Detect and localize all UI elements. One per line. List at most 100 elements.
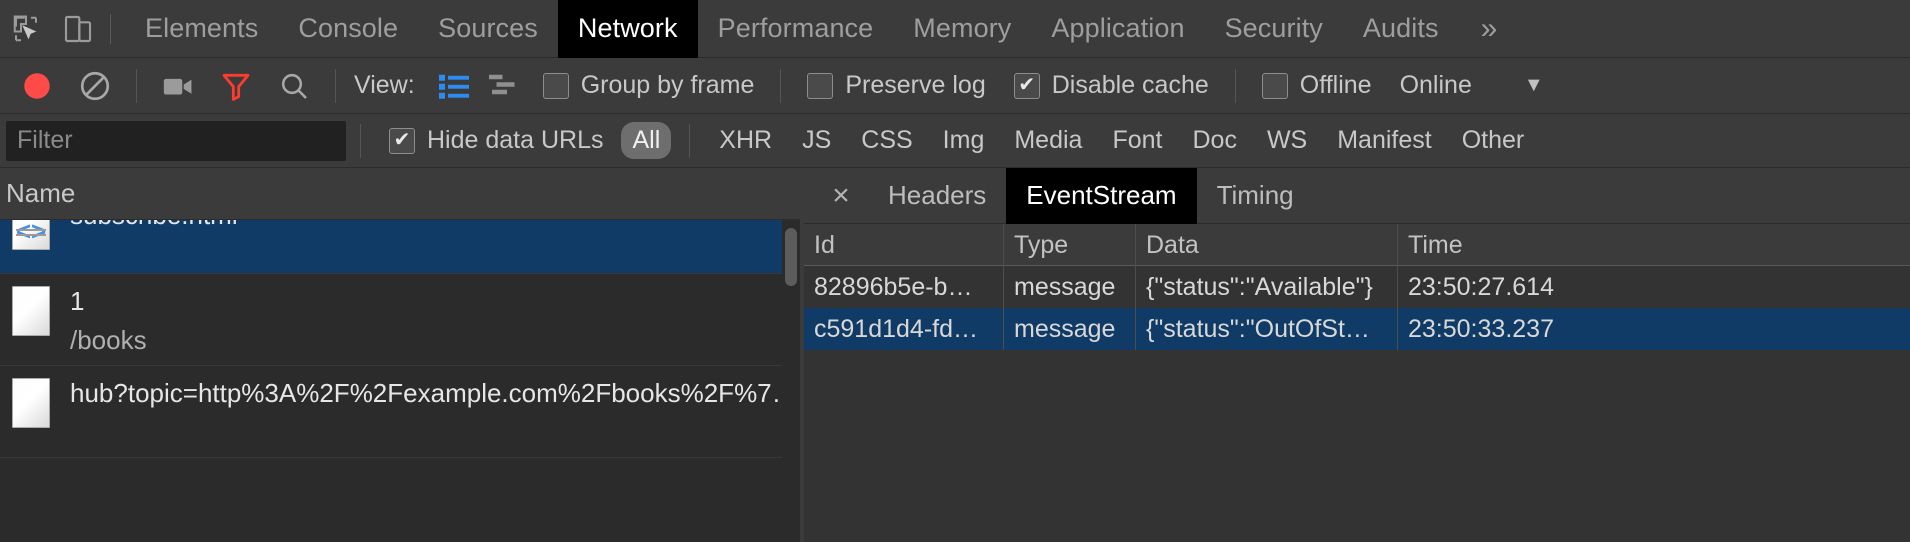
event-type: message	[1004, 266, 1136, 308]
preserve-log-checkbox-box[interactable]	[807, 73, 833, 99]
close-icon[interactable]: ×	[814, 168, 868, 224]
hide-data-urls-checkbox[interactable]: Hide data URLs	[381, 126, 611, 155]
filter-icon[interactable]	[207, 58, 265, 114]
search-icon[interactable]	[265, 58, 323, 114]
device-toolbar-icon[interactable]	[52, 0, 104, 58]
tabstrip-divider	[110, 14, 111, 44]
request-list-scrollbar[interactable]	[782, 220, 800, 542]
request-name: subscribe.html	[70, 220, 238, 234]
html-document-icon: <>	[8, 220, 54, 252]
type-filter-css[interactable]: CSS	[850, 122, 923, 159]
column-header-id[interactable]: Id	[804, 224, 1004, 266]
request-name: 1	[70, 282, 147, 320]
chevron-down-icon[interactable]: ▼	[1524, 74, 1544, 97]
tab-console[interactable]: Console	[278, 0, 418, 58]
request-path: /books	[70, 320, 147, 360]
event-time: 23:50:27.614	[1398, 266, 1910, 308]
type-filter-xhr[interactable]: XHR	[708, 122, 783, 159]
type-filter-img[interactable]: Img	[932, 122, 996, 159]
filter-input[interactable]	[6, 121, 346, 161]
filterbar-divider	[360, 124, 361, 158]
clear-icon[interactable]	[66, 58, 124, 114]
view-label: View:	[354, 71, 415, 100]
detail-tabstrip: × Headers EventStream Timing	[804, 168, 1910, 224]
request-row-books[interactable]: 1 /books	[0, 274, 800, 366]
type-filter-manifest[interactable]: Manifest	[1326, 122, 1442, 159]
type-filter-all[interactable]: All	[621, 122, 671, 159]
type-filter-media[interactable]: Media	[1003, 122, 1093, 159]
column-header-time[interactable]: Time	[1398, 224, 1910, 266]
tab-network[interactable]: Network	[558, 0, 698, 58]
request-list-header: Name	[0, 168, 800, 220]
column-header-type[interactable]: Type	[1004, 224, 1136, 266]
tab-timing[interactable]: Timing	[1197, 168, 1314, 224]
type-filter-ws[interactable]: WS	[1256, 122, 1318, 159]
record-icon[interactable]	[8, 58, 66, 114]
group-by-frame-label: Group by frame	[581, 71, 755, 100]
devtools-tabstrip: Elements Console Sources Network Perform…	[0, 0, 1910, 58]
event-id: c591d1d4-fd…	[804, 308, 1004, 350]
throttling-select-value[interactable]: Online	[1400, 71, 1472, 100]
group-by-frame-checkbox[interactable]: Group by frame	[535, 71, 763, 100]
eventstream-empty-area	[804, 350, 1910, 542]
group-by-frame-checkbox-box[interactable]	[543, 73, 569, 99]
toolbar-divider-2	[335, 69, 336, 103]
preserve-log-checkbox[interactable]: Preserve log	[799, 71, 993, 100]
tab-eventstream[interactable]: EventStream	[1006, 168, 1196, 224]
column-header-name[interactable]: Name	[6, 178, 75, 209]
eventstream-row[interactable]: c591d1d4-fd… message {"status":"OutOfSt……	[804, 308, 1910, 350]
eventstream-table: Id Type Data Time 82896b5e-b… message {"…	[804, 224, 1910, 542]
offline-checkbox[interactable]: Offline	[1254, 71, 1380, 100]
generic-file-icon	[8, 280, 54, 338]
network-toolbar: View: Group by frame Preserve log	[0, 58, 1910, 114]
disable-cache-label: Disable cache	[1052, 71, 1209, 100]
request-row-subscribe[interactable]: <> subscribe.html	[0, 220, 800, 274]
tab-security[interactable]: Security	[1205, 0, 1343, 58]
generic-file-icon	[8, 372, 54, 430]
event-id: 82896b5e-b…	[804, 266, 1004, 308]
eventstream-row[interactable]: 82896b5e-b… message {"status":"Available…	[804, 266, 1910, 308]
event-data: {"status":"Available"}	[1136, 266, 1398, 308]
tab-application[interactable]: Application	[1031, 0, 1204, 58]
inspect-element-icon[interactable]	[0, 0, 52, 58]
toolbar-divider-1	[136, 69, 137, 103]
disable-cache-checkbox[interactable]: Disable cache	[1006, 71, 1217, 100]
hide-data-urls-checkbox-box[interactable]	[389, 128, 415, 154]
type-filter-js[interactable]: JS	[791, 122, 842, 159]
tab-audits[interactable]: Audits	[1343, 0, 1459, 58]
toolbar-divider-4	[1235, 69, 1236, 103]
eventstream-header-row: Id Type Data Time	[804, 224, 1910, 266]
request-list-pane: Name <> subscribe.html	[0, 168, 800, 542]
tab-performance[interactable]: Performance	[698, 0, 894, 58]
type-filter-font[interactable]: Font	[1101, 122, 1173, 159]
tabs-overflow-icon[interactable]: »	[1459, 0, 1520, 58]
request-name: hub?topic=http%3A%2F%2Fexample.com%2Fboo…	[70, 374, 798, 412]
waterfall-view-icon[interactable]	[479, 58, 529, 114]
offline-checkbox-box[interactable]	[1262, 73, 1288, 99]
tab-headers[interactable]: Headers	[868, 168, 1006, 224]
scrollbar-thumb[interactable]	[785, 228, 797, 286]
network-body: Name <> subscribe.html	[0, 168, 1910, 542]
disable-cache-checkbox-box[interactable]	[1014, 73, 1040, 99]
event-type: message	[1004, 308, 1136, 350]
offline-label: Offline	[1300, 71, 1372, 100]
capture-screenshots-icon[interactable]	[149, 58, 207, 114]
preserve-log-label: Preserve log	[845, 71, 985, 100]
devtools-window: Elements Console Sources Network Perform…	[0, 0, 1910, 542]
tab-sources[interactable]: Sources	[418, 0, 558, 58]
event-data: {"status":"OutOfSt…	[1136, 308, 1398, 350]
column-header-data[interactable]: Data	[1136, 224, 1398, 266]
filterbar-divider-2	[689, 124, 690, 158]
toolbar-divider-3	[780, 69, 781, 103]
request-detail-pane: × Headers EventStream Timing Id Type Dat…	[804, 168, 1910, 542]
type-filter-doc[interactable]: Doc	[1181, 122, 1247, 159]
hide-data-urls-label: Hide data URLs	[427, 126, 603, 155]
tab-memory[interactable]: Memory	[893, 0, 1031, 58]
type-filter-other[interactable]: Other	[1451, 122, 1536, 159]
request-list[interactable]: <> subscribe.html 1 /books	[0, 220, 800, 542]
network-filterbar: Hide data URLs All XHR JS CSS Img Media …	[0, 114, 1910, 168]
request-row-hub[interactable]: hub?topic=http%3A%2F%2Fexample.com%2Fboo…	[0, 366, 800, 458]
event-time: 23:50:33.237	[1398, 308, 1910, 350]
tab-elements[interactable]: Elements	[125, 0, 278, 58]
list-view-icon[interactable]	[429, 58, 479, 114]
